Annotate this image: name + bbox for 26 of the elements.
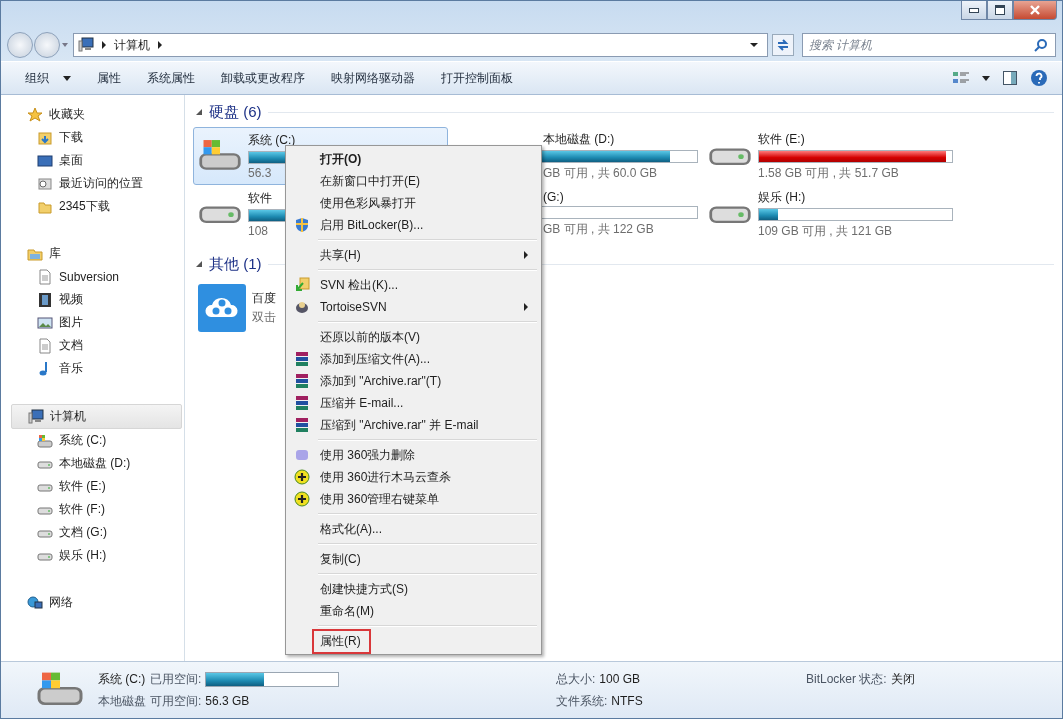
drive-name: 系统 (C:) (98, 670, 146, 688)
drive-name: 软件 (E:) (758, 130, 805, 148)
drive-space-text: 109 GB 可用 , 共 121 GB (758, 222, 893, 240)
drive-name: (G:) (543, 190, 564, 204)
drive-space-text: 56.3 (248, 166, 272, 180)
drive-name: 娱乐 (H:) (758, 188, 806, 206)
drive-space-text: 108 (248, 224, 269, 238)
drive-space-text: 双击 (252, 309, 276, 326)
highlight-frame: 属性(R) (312, 628, 371, 654)
drive-space-text: GB 可用 , 共 60.0 GB (543, 164, 658, 182)
field-label: 已用空间: (150, 670, 202, 688)
drive-name: 本地磁盘 (D:) (543, 130, 615, 148)
field-value: 56.3 GB (205, 694, 250, 708)
field-label: BitLocker 状态: (806, 670, 887, 688)
field-value: NTFS (611, 694, 643, 708)
field-label: 总大小: (556, 670, 596, 688)
drive-name: 软件 (248, 190, 272, 207)
field-value: 关闭 (890, 670, 915, 688)
drive-type: 本地磁盘 (98, 692, 146, 710)
drive-name: 系统 (C:) (248, 132, 296, 149)
field-label: 可用空间: (150, 692, 202, 710)
drive-name: 百度 (252, 290, 276, 307)
field-label: 文件系统: (556, 692, 608, 710)
drive-space-text: GB 可用 , 共 122 GB (543, 221, 654, 238)
drive-space-text: 1.58 GB 可用 , 共 51.7 GB (758, 164, 899, 182)
field-value: 100 GB (599, 672, 641, 686)
